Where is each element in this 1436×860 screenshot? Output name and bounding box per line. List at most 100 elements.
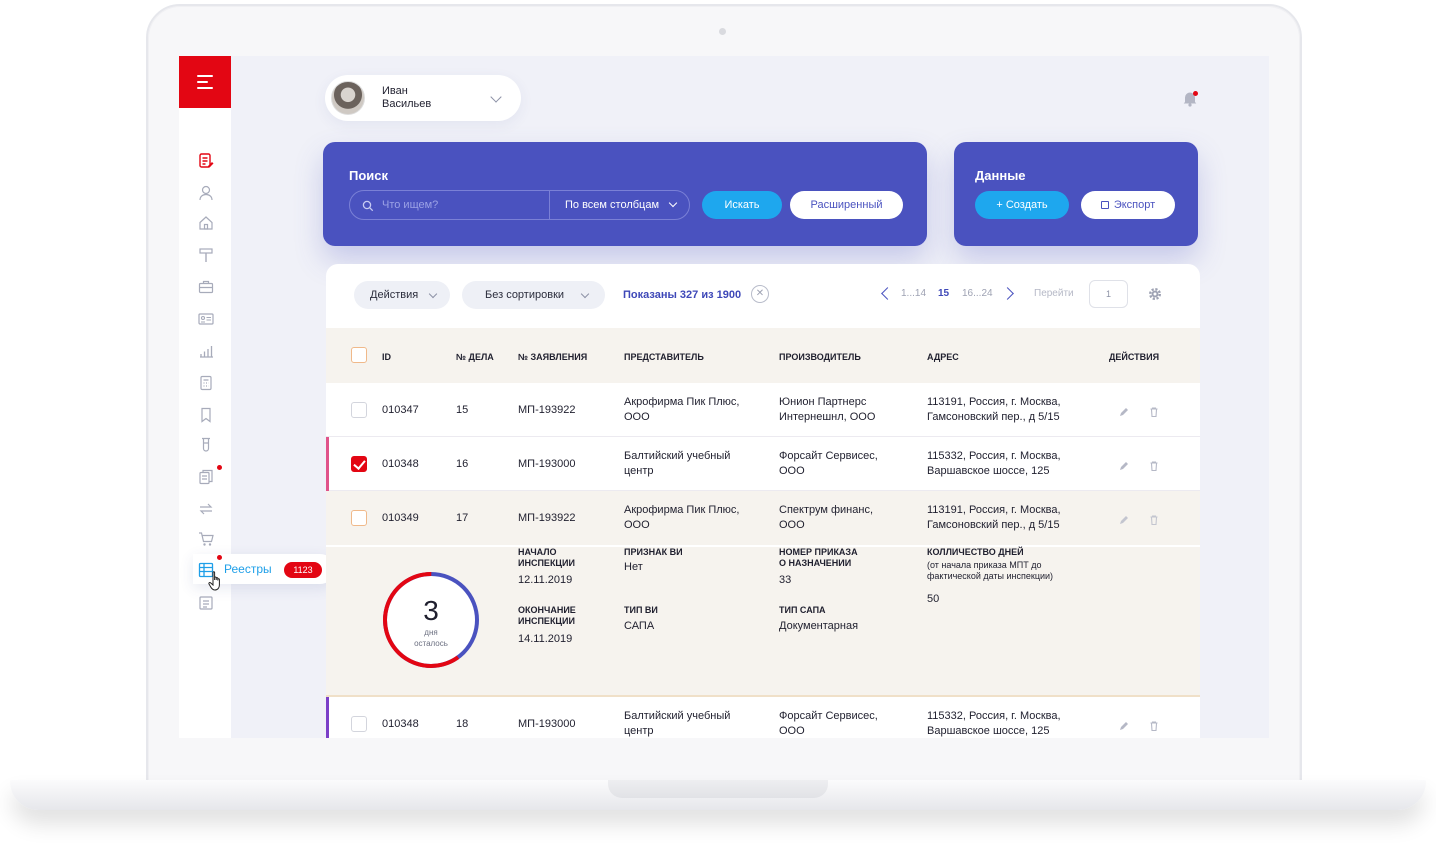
export-icon bbox=[1100, 201, 1109, 209]
row-checkbox[interactable] bbox=[351, 510, 367, 526]
cell-address: 113191, Россия, г. Москва, Гамсоновский п… bbox=[927, 504, 1061, 531]
bar-chart-icon[interactable] bbox=[197, 342, 215, 360]
bookmark-icon[interactable] bbox=[197, 406, 215, 424]
camera bbox=[719, 28, 726, 35]
sort-dropdown[interactable]: Без сортировки bbox=[462, 281, 605, 309]
column-header-address[interactable]: АДРЕС bbox=[927, 352, 959, 362]
pencil-icon[interactable] bbox=[1118, 513, 1130, 525]
cell-application: МП-193000 bbox=[518, 718, 576, 730]
column-header-application[interactable]: № ЗАЯВЛЕНИЯ bbox=[518, 352, 587, 362]
table-row-expanded[interactable]: 010349 17 МП-193922 Акрофирма Пик Плюс, О… bbox=[326, 491, 1200, 545]
gear-icon[interactable] bbox=[1147, 286, 1163, 302]
goto-label: Перейти bbox=[1034, 288, 1074, 299]
table-row[interactable]: 010348 16 МП-193000 Балтийский учебный це… bbox=[326, 437, 1200, 491]
table-card: Действия Без сортировки Показаны 327 из … bbox=[326, 264, 1200, 738]
column-header-manufacturer[interactable]: ПРОИЗВОДИТЕЛЬ bbox=[779, 352, 861, 362]
sort-label: Без сортировки bbox=[485, 289, 565, 301]
sidebar-item-label[interactable]: Реестры bbox=[224, 562, 272, 576]
days-count-note: (от начала приказа МПТ до фактической дат… bbox=[927, 560, 1054, 581]
app-screen: Реестры 1123 Иван Васильев Поиск По всем… bbox=[179, 56, 1269, 738]
actions-label: Действия bbox=[370, 289, 419, 301]
sapa-label: ТИП САПА bbox=[779, 605, 826, 615]
pencil-icon[interactable] bbox=[1118, 719, 1130, 731]
pencil-icon[interactable] bbox=[1118, 459, 1130, 471]
advanced-search-button[interactable]: Расширенный bbox=[790, 191, 903, 219]
documents-icon[interactable] bbox=[197, 468, 215, 486]
chevron-left-icon[interactable] bbox=[881, 287, 894, 300]
menu-button[interactable] bbox=[179, 56, 231, 108]
column-header-case[interactable]: № ДЕЛА bbox=[456, 352, 494, 362]
exchange-icon[interactable] bbox=[197, 500, 215, 518]
column-header-representative[interactable]: ПРЕДСТАВИТЕЛЬ bbox=[624, 352, 704, 362]
type-value: САПА bbox=[624, 620, 655, 632]
cell-representative: Акрофирма Пик Плюс, ООО bbox=[624, 396, 740, 423]
inspection-end-label: ОКОНЧАНИЕ ИНСПЕКЦИИ bbox=[518, 605, 576, 626]
laptop-notch bbox=[608, 780, 828, 798]
document-edit-icon[interactable] bbox=[197, 152, 215, 170]
actions-dropdown[interactable]: Действия bbox=[354, 281, 450, 309]
days-left-number: 3 bbox=[423, 595, 439, 626]
cell-manufacturer: Юнион Партнерс Интернешнл, ООО bbox=[779, 396, 876, 423]
calculator-icon[interactable] bbox=[197, 374, 215, 392]
cell-manufacturer: Форсайт Сервисес, ООО bbox=[779, 710, 878, 737]
current-page[interactable]: 15 bbox=[938, 288, 949, 299]
search-input[interactable] bbox=[382, 191, 542, 219]
page-range-before[interactable]: 1...14 bbox=[901, 288, 926, 299]
trash-icon[interactable] bbox=[1148, 719, 1160, 732]
hammer-icon[interactable] bbox=[197, 246, 215, 264]
test-tube-icon[interactable] bbox=[197, 436, 215, 454]
select-all-checkbox[interactable] bbox=[351, 347, 367, 363]
search-scope-select[interactable]: По всем столбцам bbox=[565, 199, 659, 211]
id-card-icon[interactable] bbox=[197, 310, 215, 328]
trash-icon[interactable] bbox=[1148, 405, 1160, 418]
cell-id: 010348 bbox=[382, 458, 419, 470]
chevron-right-icon[interactable] bbox=[1001, 287, 1014, 300]
cell-case: 16 bbox=[456, 458, 469, 470]
export-label: Экспорт bbox=[1113, 199, 1156, 211]
row-checkbox[interactable] bbox=[351, 402, 367, 418]
inspection-end-value: 14.11.2019 bbox=[518, 633, 573, 645]
close-icon[interactable]: ✕ bbox=[751, 285, 769, 303]
inspection-start-value: 12.11.2019 bbox=[518, 574, 573, 586]
cell-application: МП-193922 bbox=[518, 512, 576, 524]
search-button[interactable]: Искать bbox=[702, 191, 782, 219]
row-checkbox[interactable] bbox=[351, 716, 367, 732]
search-title: Поиск bbox=[349, 168, 389, 183]
registry-notification-dot bbox=[217, 555, 222, 560]
shown-count: Показаны 327 из 1900 bbox=[623, 289, 742, 301]
create-button[interactable]: + Создать bbox=[975, 191, 1069, 219]
table-row[interactable]: 010347 15 МП-193922 Акрофирма Пик Плюс, О… bbox=[326, 383, 1200, 437]
briefcase-icon[interactable] bbox=[197, 278, 215, 296]
cell-representative: Акрофирма Пик Плюс, ООО bbox=[624, 504, 740, 531]
notification-dot bbox=[1193, 91, 1198, 96]
notification-dot bbox=[217, 465, 222, 470]
chevron-down-icon[interactable] bbox=[668, 198, 678, 208]
trash-icon[interactable] bbox=[1148, 459, 1160, 472]
goto-page-input[interactable]: 1 bbox=[1089, 280, 1128, 308]
pointer-cursor-icon bbox=[207, 570, 225, 592]
row-marker bbox=[326, 697, 329, 738]
sapa-value: Документарная bbox=[779, 620, 859, 632]
user-icon[interactable] bbox=[197, 184, 215, 202]
pencil-icon[interactable] bbox=[1118, 405, 1130, 417]
trash-icon[interactable] bbox=[1148, 513, 1160, 526]
row-marker bbox=[326, 437, 329, 491]
home-icon[interactable] bbox=[197, 214, 215, 232]
cell-case: 15 bbox=[456, 404, 469, 416]
cell-application: МП-193000 bbox=[518, 458, 576, 470]
divider bbox=[549, 191, 550, 219]
table-row[interactable]: 010348 18 МП-193000 Балтийский учебный це… bbox=[326, 697, 1200, 738]
row-checkbox[interactable] bbox=[351, 456, 367, 472]
page-range-after[interactable]: 16...24 bbox=[962, 288, 993, 299]
cell-application: МП-193922 bbox=[518, 404, 576, 416]
list-icon[interactable] bbox=[197, 594, 215, 612]
order-label: НОМЕР ПРИКАЗА О НАЗНАЧЕНИИ bbox=[779, 547, 858, 568]
data-title: Данные bbox=[975, 168, 1026, 183]
chevron-down-icon bbox=[428, 289, 438, 299]
user-menu[interactable]: Иван Васильев bbox=[325, 75, 521, 121]
cell-id: 010347 bbox=[382, 404, 419, 416]
export-button[interactable]: Экспорт bbox=[1081, 191, 1175, 219]
cell-manufacturer: Спектрум финанс, ООО bbox=[779, 504, 873, 531]
cart-icon[interactable] bbox=[197, 530, 215, 548]
column-header-id[interactable]: ID bbox=[382, 352, 391, 362]
